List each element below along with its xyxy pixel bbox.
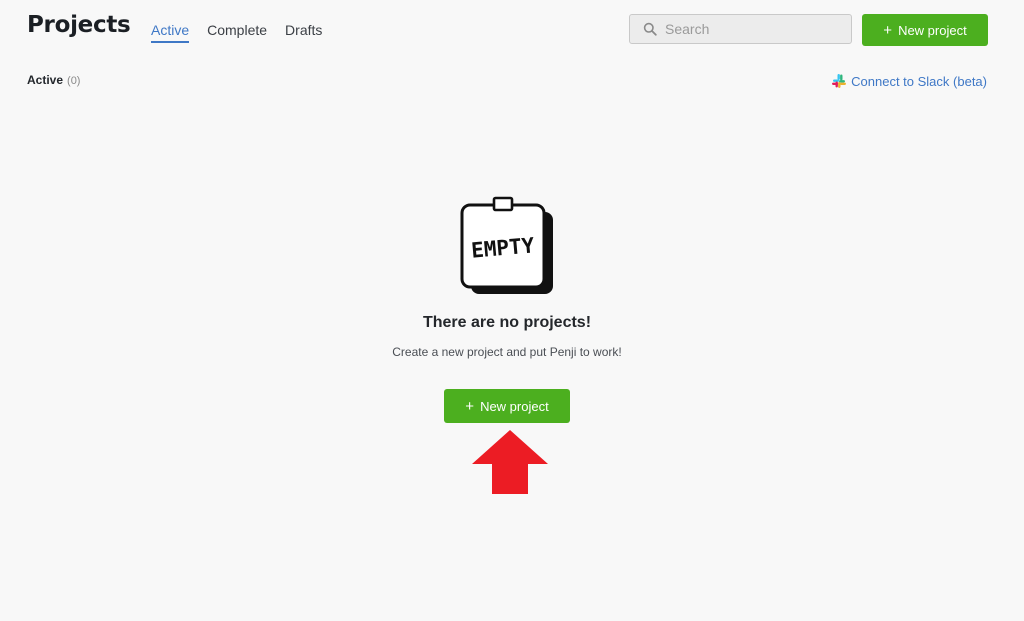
section-heading: Active (0) [27, 73, 80, 87]
tab-drafts[interactable]: Drafts [285, 22, 322, 43]
section-label: Active [27, 73, 64, 87]
empty-state-subtitle: Create a new project and put Penji to wo… [392, 345, 622, 359]
search-input[interactable] [665, 21, 835, 37]
section-count: (0) [67, 75, 81, 87]
empty-state-title: There are no projects! [422, 314, 592, 331]
connect-slack-link[interactable]: Connect to Slack (beta) [831, 73, 987, 89]
plus-icon: + [883, 21, 893, 39]
slack-icon [831, 73, 847, 89]
page-title: Projects [27, 12, 131, 38]
project-tabs: Active Complete Drafts [151, 22, 322, 43]
tab-complete[interactable]: Complete [207, 22, 267, 43]
search-box[interactable] [629, 14, 852, 44]
slack-link-label: Connect to Slack (beta) [851, 73, 987, 89]
tab-active[interactable]: Active [151, 22, 190, 43]
new-project-button[interactable]: + New project [444, 389, 570, 423]
new-project-label: New project [898, 22, 967, 38]
red-arrow-annotation [472, 430, 548, 496]
empty-notepad-illustration: EMPTY [457, 196, 557, 296]
search-icon [643, 22, 657, 36]
projects-page: Projects Active Complete Drafts + New pr… [0, 0, 1024, 621]
new-project-button-header[interactable]: + New project [862, 14, 988, 46]
new-project-button-label: New project [480, 398, 549, 414]
plus-icon: + [465, 397, 475, 415]
